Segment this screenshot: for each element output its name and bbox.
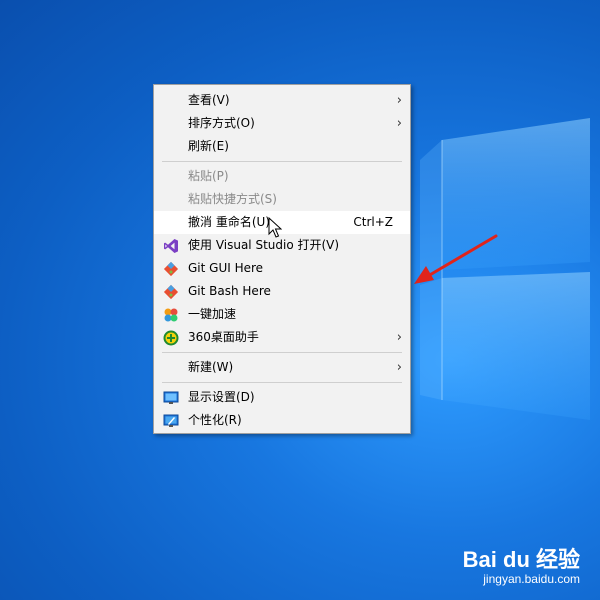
menu-item-label: 新建(W) <box>188 360 234 374</box>
desktop-context-menu: 查看(V) › 排序方式(O) › 刷新(E) 粘贴(P) 粘贴快捷方式(S) … <box>153 84 411 434</box>
personalize-icon <box>163 414 179 427</box>
menu-item-sort-by[interactable]: 排序方式(O) › <box>154 112 410 135</box>
menu-item-label: 撤消 重命名(U) <box>188 215 270 229</box>
shortcut-label: Ctrl+Z <box>353 215 393 229</box>
menu-item-new[interactable]: 新建(W) › <box>154 356 410 379</box>
menu-item-git-bash-here[interactable]: Git Bash Here <box>154 280 410 303</box>
menu-item-360-desktop-assistant[interactable]: 360桌面助手 › <box>154 326 410 349</box>
menu-item-paste: 粘贴(P) <box>154 165 410 188</box>
menu-item-open-visual-studio[interactable]: 使用 Visual Studio 打开(V) <box>154 234 410 257</box>
speedup-icon <box>164 308 178 322</box>
360-icon <box>163 330 179 346</box>
menu-item-label: Git GUI Here <box>188 261 264 275</box>
menu-item-label: 排序方式(O) <box>188 116 255 130</box>
chevron-right-icon: › <box>396 330 402 345</box>
display-icon <box>163 391 179 404</box>
menu-item-label: 显示设置(D) <box>188 390 255 404</box>
menu-item-one-click-speedup[interactable]: 一键加速 <box>154 303 410 326</box>
chevron-right-icon: › <box>396 116 402 131</box>
menu-item-display-settings[interactable]: 显示设置(D) <box>154 386 410 409</box>
menu-item-personalize[interactable]: 个性化(R) <box>154 409 410 432</box>
menu-item-label: 查看(V) <box>188 93 230 107</box>
menu-item-label: 刷新(E) <box>188 139 229 153</box>
menu-item-git-gui-here[interactable]: Git GUI Here <box>154 257 410 280</box>
chevron-right-icon: › <box>396 93 402 108</box>
menu-item-label: 个性化(R) <box>188 413 242 427</box>
menu-separator <box>162 382 402 383</box>
menu-item-view[interactable]: 查看(V) › <box>154 89 410 112</box>
watermark-url: jingyan.baidu.com <box>483 572 580 586</box>
git-icon <box>163 261 179 277</box>
menu-item-label: 粘贴快捷方式(S) <box>188 192 277 206</box>
menu-item-label: 360桌面助手 <box>188 330 259 344</box>
menu-item-label: 粘贴(P) <box>188 169 229 183</box>
menu-separator <box>162 352 402 353</box>
git-icon <box>163 284 179 300</box>
chevron-right-icon: › <box>396 360 402 375</box>
baidu-logo: Bai du 经验 <box>462 547 580 572</box>
visual-studio-icon <box>164 239 178 253</box>
menu-item-label: 一键加速 <box>188 307 237 321</box>
menu-separator <box>162 161 402 162</box>
menu-item-label: 使用 Visual Studio 打开(V) <box>188 238 340 252</box>
menu-item-undo-rename[interactable]: 撤消 重命名(U) Ctrl+Z <box>154 211 410 234</box>
menu-item-paste-shortcut: 粘贴快捷方式(S) <box>154 188 410 211</box>
menu-item-refresh[interactable]: 刷新(E) <box>154 135 410 158</box>
mouse-cursor-icon <box>268 217 282 238</box>
menu-item-label: Git Bash Here <box>188 284 271 298</box>
baidu-jingyan-watermark: Bai du 经验 jingyan.baidu.com <box>462 547 580 587</box>
